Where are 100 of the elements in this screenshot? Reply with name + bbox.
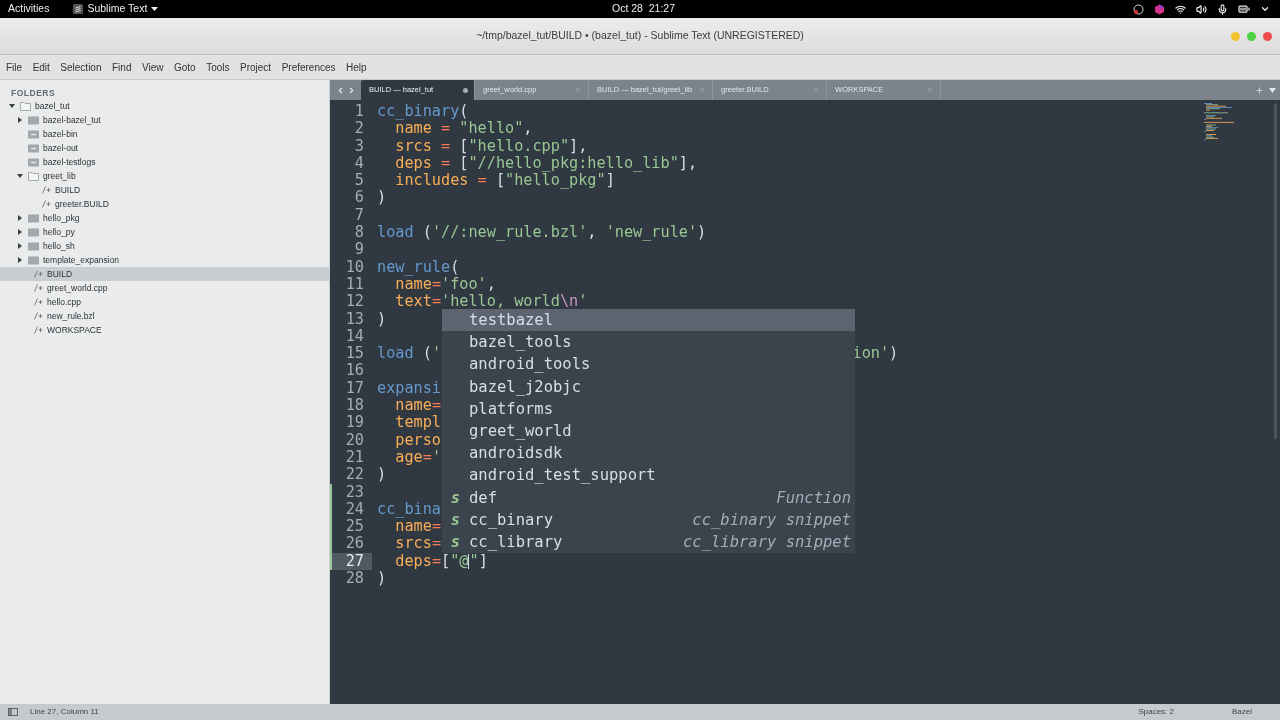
code-token: = bbox=[477, 172, 487, 190]
tree-item[interactable]: bazel_tut bbox=[0, 99, 329, 113]
line-number: 15 bbox=[344, 345, 365, 363]
tree-item[interactable]: bazel-bazel_tut bbox=[0, 113, 329, 127]
completion-item[interactable]: androidsdk bbox=[442, 442, 855, 465]
collapsed-arrow-icon[interactable] bbox=[17, 229, 23, 235]
code-token: templ bbox=[394, 414, 441, 432]
tree-item[interactable]: BUILD bbox=[0, 183, 329, 197]
menu-item[interactable]: File bbox=[6, 59, 23, 75]
code-token: ] bbox=[478, 552, 488, 570]
collapsed-arrow-icon[interactable] bbox=[17, 117, 23, 123]
menu-item[interactable]: Tools bbox=[206, 59, 230, 75]
indentation-setting[interactable]: Spaces: 2 bbox=[1138, 706, 1174, 718]
code-token: ) bbox=[889, 345, 899, 363]
tree-item[interactable]: hello_py bbox=[0, 225, 329, 239]
volume-icon[interactable] bbox=[1196, 3, 1207, 15]
tree-item[interactable]: greet_world.cpp bbox=[0, 281, 329, 295]
hexagon-icon[interactable] bbox=[1154, 3, 1165, 15]
menu-item[interactable]: Project bbox=[240, 59, 272, 75]
battery-icon[interactable] bbox=[1238, 3, 1250, 15]
line-number: 4 bbox=[353, 154, 365, 173]
tree-item[interactable]: hello_pkg bbox=[0, 211, 329, 225]
tree-item[interactable]: greet_lib bbox=[0, 169, 329, 183]
menu-item[interactable]: Help bbox=[346, 59, 367, 75]
code-token: name bbox=[395, 120, 432, 138]
completion-item[interactable]: platforms bbox=[442, 397, 855, 420]
activities-button[interactable]: Activities bbox=[8, 1, 50, 17]
line-number: 25 bbox=[344, 518, 365, 536]
line-number: 14 bbox=[344, 327, 365, 346]
menu-item[interactable]: View bbox=[141, 59, 164, 75]
code-token: , bbox=[587, 224, 598, 242]
completion-item[interactable]: bazel_j2objc bbox=[442, 375, 855, 398]
code-token: ) bbox=[377, 189, 387, 207]
tree-item[interactable]: bazel-bin bbox=[0, 127, 329, 141]
code-token: " bbox=[469, 552, 479, 570]
completion-item[interactable]: android_test_support bbox=[442, 464, 855, 487]
line-number: 19 bbox=[344, 414, 365, 432]
menu-item[interactable]: Find bbox=[112, 59, 132, 75]
syntax-setting[interactable]: Bazel bbox=[1232, 706, 1252, 718]
code-token: = bbox=[431, 518, 442, 536]
tree-item[interactable]: bazel-out bbox=[0, 141, 329, 155]
tree-item[interactable]: WORKSPACE bbox=[0, 323, 329, 337]
tab-list-icon[interactable] bbox=[1269, 87, 1276, 93]
code-token: name bbox=[394, 397, 432, 415]
wifi-icon[interactable] bbox=[1175, 3, 1186, 15]
completion-item[interactable]: bazel_tools bbox=[442, 331, 855, 354]
previous-tab-icon[interactable] bbox=[336, 85, 345, 95]
menu-item[interactable]: Goto bbox=[173, 59, 196, 75]
folder-icon bbox=[28, 241, 39, 251]
collapsed-arrow-icon[interactable] bbox=[17, 215, 23, 221]
tree-item[interactable]: greeter.BUILD bbox=[0, 197, 329, 211]
tree-item[interactable]: bazel-testlogs bbox=[0, 155, 329, 169]
collapsed-arrow-icon[interactable] bbox=[17, 243, 23, 249]
menu-item[interactable]: Selection bbox=[60, 59, 102, 75]
code-token: name bbox=[395, 518, 432, 536]
tree-item[interactable]: new_rule.bzl bbox=[0, 309, 329, 323]
completion-item[interactable]: android_tools bbox=[442, 353, 855, 376]
file-icon bbox=[42, 186, 51, 194]
app-menu[interactable]: Sublime Text bbox=[73, 1, 159, 17]
code-token: name bbox=[395, 275, 432, 294]
completion-item[interactable]: s cc_library cc_library snippet bbox=[442, 530, 855, 554]
clock[interactable]: Oct 28 21:27 bbox=[612, 1, 676, 17]
completion-item[interactable]: testbazel bbox=[442, 309, 855, 332]
next-tab-icon[interactable] bbox=[347, 85, 356, 95]
collapsed-arrow-icon[interactable] bbox=[17, 257, 23, 263]
close-button[interactable] bbox=[1263, 31, 1272, 41]
sidebar-heading: FOLDERS bbox=[10, 87, 57, 99]
tree-item[interactable]: template_expansion bbox=[0, 253, 329, 267]
completion-hint: cc_library snippet bbox=[683, 531, 851, 553]
new-tab-icon[interactable] bbox=[1255, 85, 1264, 95]
code-token: [ bbox=[459, 154, 469, 173]
microphone-icon[interactable] bbox=[1217, 3, 1228, 15]
expanded-arrow-icon[interactable] bbox=[9, 103, 15, 109]
open-folder-icon bbox=[20, 101, 31, 111]
tree-item[interactable]: hello_sh bbox=[0, 239, 329, 253]
system-menu-icon[interactable] bbox=[1260, 4, 1270, 14]
line-number: 23 bbox=[344, 483, 365, 501]
completion-item[interactable]: greet_world bbox=[442, 419, 855, 443]
snippet-label: s bbox=[450, 487, 461, 509]
completion-item[interactable]: s cc_binary cc_binary snippet bbox=[442, 508, 855, 531]
menu-item[interactable]: Edit bbox=[32, 59, 50, 75]
sidebar-toggle-icon[interactable] bbox=[8, 708, 18, 716]
ring-icon[interactable] bbox=[1133, 3, 1144, 15]
line-number: 7 bbox=[353, 206, 365, 225]
code-token: = bbox=[431, 535, 442, 553]
file-icon bbox=[42, 200, 51, 208]
code-token: new_rule bbox=[377, 258, 451, 276]
tree-item[interactable]: BUILD bbox=[0, 267, 329, 281]
code-token: = bbox=[431, 293, 442, 311]
completion-item[interactable]: s def Function bbox=[442, 486, 855, 509]
completion-hint: cc_binary snippet bbox=[692, 509, 851, 531]
expanded-arrow-icon[interactable] bbox=[17, 173, 23, 179]
code-token: ' bbox=[578, 293, 588, 311]
code-token: "hello_pkg" bbox=[505, 172, 606, 190]
code-token: cc_bina bbox=[377, 500, 441, 519]
tree-item[interactable]: hello.cpp bbox=[0, 295, 329, 309]
code-token: "//hello_pkg:hello_lib" bbox=[468, 154, 679, 173]
code-token: load bbox=[377, 345, 414, 363]
menu-item[interactable]: Preferences bbox=[281, 59, 336, 75]
line-number: 2 bbox=[353, 120, 365, 138]
